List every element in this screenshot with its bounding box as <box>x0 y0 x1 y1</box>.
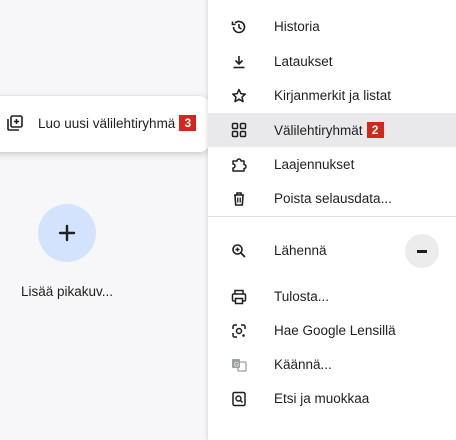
extension-icon <box>232 158 247 172</box>
menu-item-google-lens[interactable]: Hae Google Lensillä <box>208 314 456 348</box>
svg-text:G: G <box>234 362 239 369</box>
menu-item-label: Laajennukset <box>274 157 355 172</box>
step-badge-2: 2 <box>366 122 384 138</box>
menu-item-print[interactable]: Tulosta... <box>208 280 456 314</box>
create-new-tab-group-label: Luo uusi välilehtiryhmä <box>38 116 176 131</box>
trash-icon <box>234 192 244 206</box>
menu-item-label: Käännä... <box>274 357 332 372</box>
menu-item-extensions[interactable]: Laajennukset <box>208 148 456 182</box>
browser-main-menu: Historia Lataukset Kirjanmerkit ja lista… <box>208 0 456 440</box>
step-badge-3: 3 <box>179 115 197 131</box>
menu-item-history[interactable]: Historia <box>208 10 456 44</box>
menu-item-clear-browsing-data[interactable]: Poista selausdata... <box>208 182 456 216</box>
menu-item-label: Etsi ja muokkaa <box>274 391 370 406</box>
add-tab-group-icon <box>7 115 23 131</box>
menu-item-label: Lataukset <box>274 54 333 69</box>
menu-item-bookmarks[interactable]: Kirjanmerkit ja listat <box>208 79 456 113</box>
menu-item-label: Tulosta... <box>274 289 330 304</box>
create-new-tab-group-item[interactable]: Luo uusi välilehtiryhmä 3 <box>38 115 197 131</box>
minus-icon <box>417 250 427 253</box>
zoom-out-button[interactable] <box>405 234 439 268</box>
menu-item-tab-groups[interactable]: Välilehtiryhmät 2 <box>208 113 456 147</box>
menu-item-downloads[interactable]: Lataukset <box>208 45 456 79</box>
menu-item-translate[interactable]: G Käännä... <box>208 348 456 382</box>
tab-groups-submenu: Luo uusi välilehtiryhmä 3 <box>0 96 210 152</box>
menu-item-find-and-edit[interactable]: Etsi ja muokkaa <box>208 382 456 416</box>
find-icon <box>232 391 246 407</box>
plus-icon <box>58 224 76 242</box>
add-shortcut-button[interactable] <box>38 204 96 262</box>
menu-item-label: Kirjanmerkit ja listat <box>274 88 392 103</box>
menu-item-label: Historia <box>274 19 320 34</box>
print-icon <box>231 289 247 305</box>
add-shortcut-label: Lisää pikakuv... <box>20 284 114 299</box>
zoom-icon <box>232 244 246 258</box>
star-icon <box>231 88 247 103</box>
tab-groups-icon <box>231 122 247 138</box>
menu-item-label: Lähennä <box>274 243 327 258</box>
menu-item-label: Välilehtiryhmät <box>274 123 363 138</box>
lens-icon <box>232 324 246 338</box>
menu-item-label: Hae Google Lensillä <box>274 323 396 338</box>
menu-item-label: Poista selausdata... <box>274 191 392 206</box>
history-icon <box>231 20 246 34</box>
menu-item-label-wrap: Välilehtiryhmät 2 <box>274 122 384 138</box>
download-icon <box>233 56 245 69</box>
menu-divider <box>208 216 456 217</box>
translate-icon: G <box>232 359 247 372</box>
